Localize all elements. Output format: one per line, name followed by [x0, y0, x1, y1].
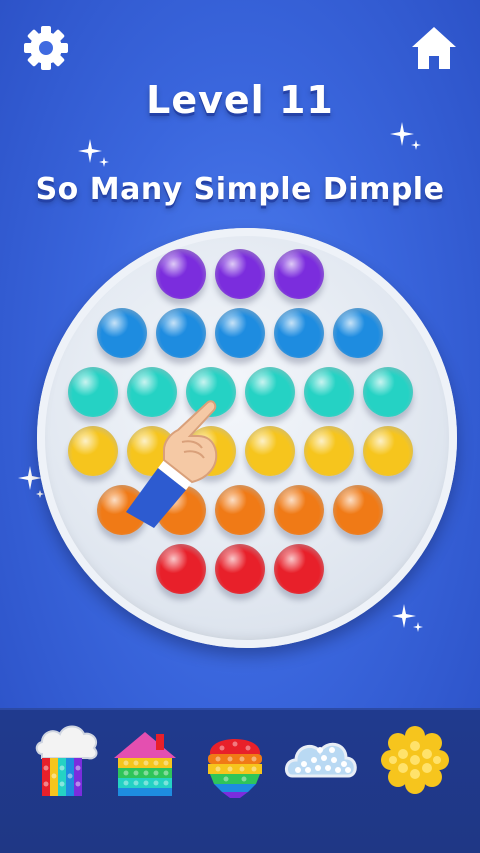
orange-bubble[interactable] [156, 485, 206, 535]
cyan-bubble[interactable] [126, 367, 177, 417]
orange-bubble[interactable] [97, 485, 147, 535]
yellow-bubble[interactable] [126, 426, 177, 476]
blue-bubble[interactable] [97, 308, 147, 358]
orange-bubble[interactable] [333, 485, 383, 535]
blue-bubble[interactable] [274, 308, 324, 358]
yellow-bubble[interactable] [244, 426, 295, 476]
purple-bubble[interactable] [156, 249, 206, 299]
blue-bubble[interactable] [333, 308, 383, 358]
cyan-bubble[interactable] [244, 367, 295, 417]
home-icon[interactable] [408, 22, 460, 74]
blue-bubble[interactable] [156, 308, 206, 358]
cyan-bubble[interactable] [303, 367, 354, 417]
cyan-bubble[interactable] [362, 367, 413, 417]
rainbow-cloud-popit-icon[interactable] [28, 720, 106, 800]
red-bubble[interactable] [215, 544, 265, 594]
cyan-bubble[interactable] [67, 367, 118, 417]
cyan-bubble[interactable] [185, 367, 236, 417]
level-subtitle: So Many Simple Dimple [35, 172, 445, 207]
sparkle-icon [390, 598, 426, 642]
yellow-bubble[interactable] [362, 426, 413, 476]
ice-cream-popit-icon[interactable] [196, 720, 274, 800]
blue-bubble[interactable] [215, 308, 265, 358]
cloud-popit-icon[interactable] [282, 720, 360, 800]
yellow-bubble[interactable] [303, 426, 354, 476]
sparkle-icon [78, 135, 112, 177]
yellow-bubble[interactable] [67, 426, 118, 476]
gear-icon[interactable] [20, 22, 72, 74]
red-bubble[interactable] [156, 544, 206, 594]
purple-bubble[interactable] [274, 249, 324, 299]
sparkle-icon [388, 116, 424, 158]
yellow-bubble[interactable] [185, 426, 236, 476]
purple-bubble[interactable] [215, 249, 265, 299]
orange-bubble[interactable] [215, 485, 265, 535]
red-bubble[interactable] [274, 544, 324, 594]
flower-popit-icon[interactable] [376, 720, 454, 800]
house-popit-icon[interactable] [106, 720, 184, 800]
orange-bubble[interactable] [274, 485, 324, 535]
